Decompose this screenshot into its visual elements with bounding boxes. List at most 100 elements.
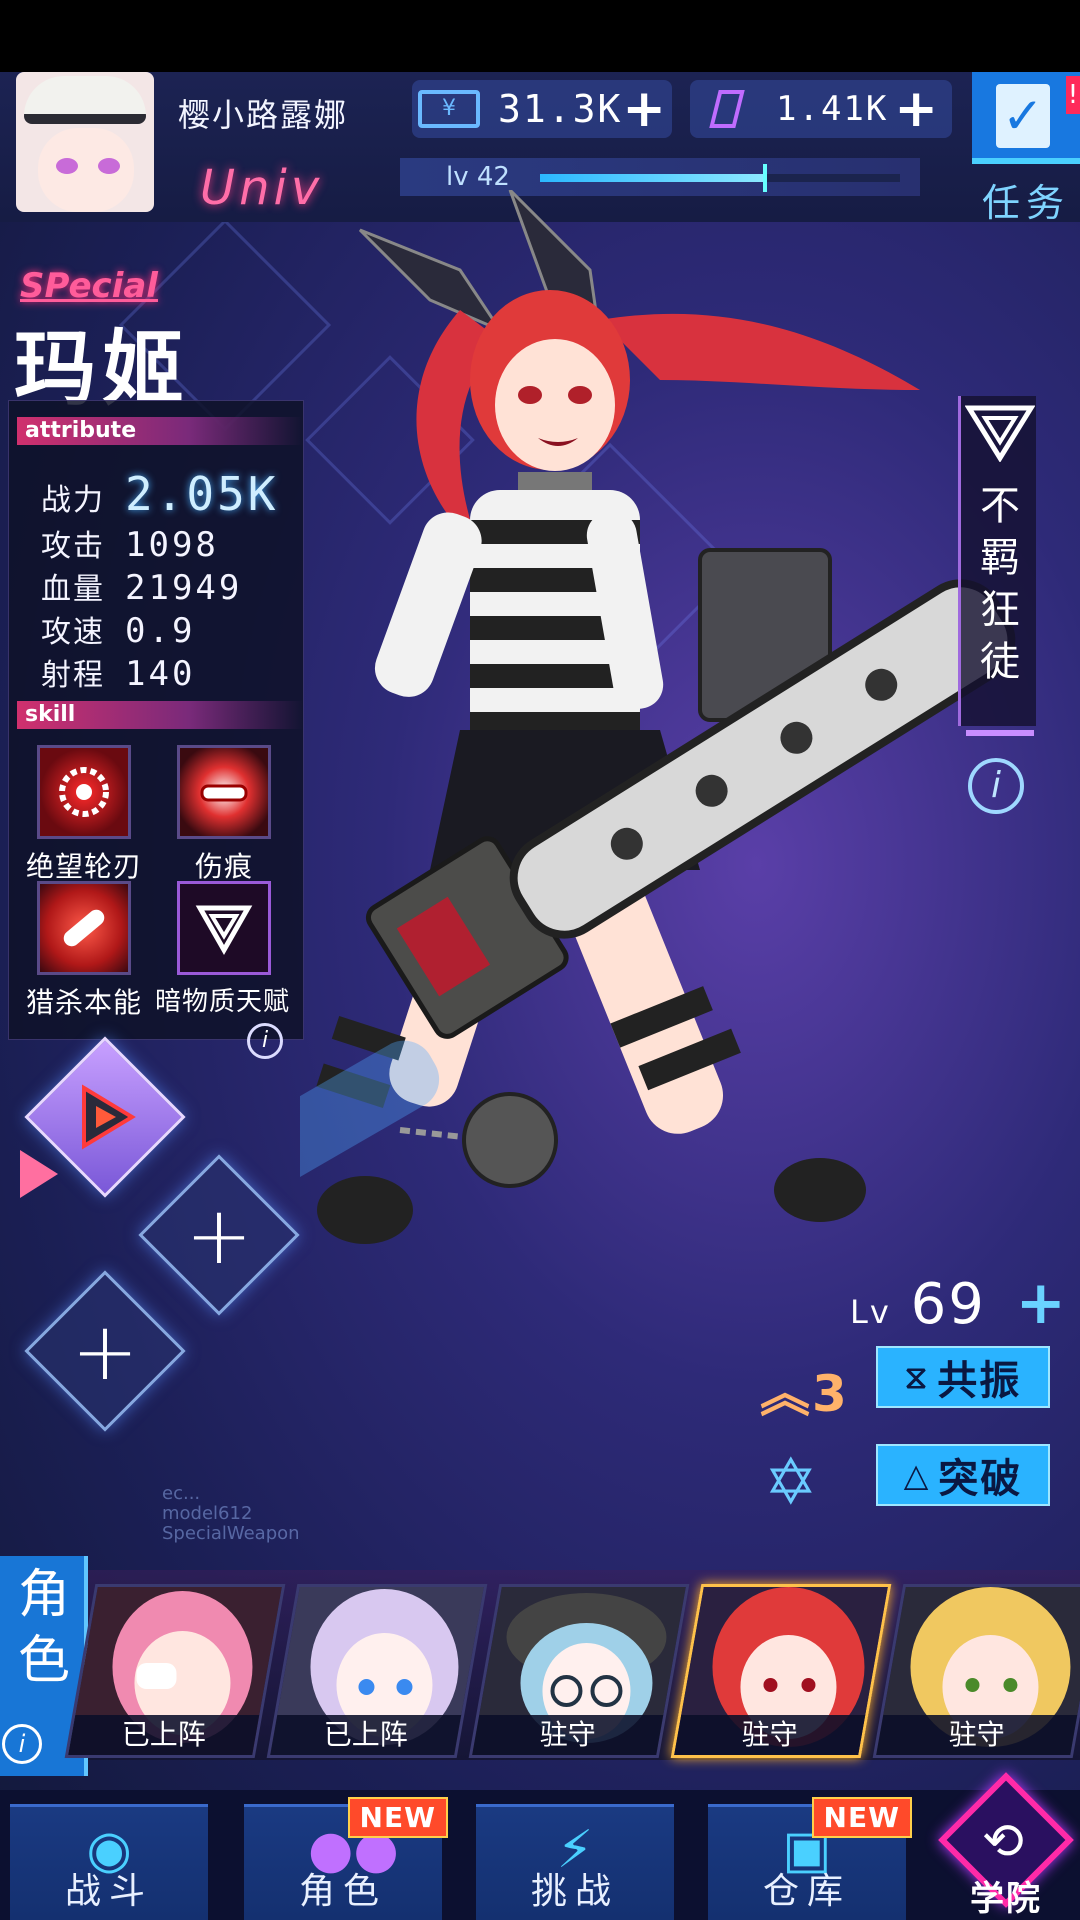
- bunny-ear-left: [358, 228, 505, 334]
- skill-item[interactable]: 暗物质天赋: [155, 881, 289, 1018]
- saw-blade-icon: [37, 745, 131, 839]
- checkmark-icon: ✓: [996, 84, 1050, 148]
- range-value: 140: [125, 654, 196, 694]
- chainsaw-icon: [37, 881, 131, 975]
- character-level-value: 69: [910, 1272, 986, 1337]
- skill-name: 猎杀本能: [25, 986, 142, 1019]
- nav-challenge[interactable]: ⚡ 挑战: [476, 1804, 674, 1920]
- add-equipment-slot-2[interactable]: +: [24, 1270, 186, 1432]
- pointer-arrow-icon: [20, 1150, 58, 1198]
- crystal-resource: 1.41K +: [690, 80, 952, 138]
- avatar-face: [38, 128, 134, 212]
- money-icon: ¥: [418, 89, 480, 129]
- new-badge: NEW: [347, 1797, 448, 1838]
- awaken-indicator: ︽3: [760, 1354, 849, 1426]
- exp-track: [540, 164, 900, 192]
- player-name: 樱小路露娜: [178, 96, 349, 134]
- game-screen: 樱小路露娜 Univ ¥ 31.3K + 1.41K + lv 42 ✓ ! 任…: [0, 0, 1080, 1920]
- status-bar: [0, 0, 1080, 72]
- chevron-up-icon: ︽: [760, 1365, 812, 1423]
- eye-left: [518, 386, 542, 404]
- weapon-watermark: ec... model612 SpecialWeapon: [162, 1483, 300, 1544]
- nav-battle[interactable]: ◉ 战斗: [10, 1804, 208, 1920]
- card-status: 驻守: [674, 1715, 866, 1755]
- faction-name: 不羁狂徒: [980, 483, 1020, 685]
- resonate-button[interactable]: ⧖ 共振: [876, 1346, 1050, 1408]
- card-status: 驻守: [472, 1715, 664, 1755]
- skill-header: skill: [17, 701, 303, 729]
- attack-stat: 攻击 1098: [41, 525, 219, 565]
- attribute-info-icon[interactable]: i: [247, 1023, 283, 1059]
- exp-fill: [540, 174, 764, 182]
- add-equipment-slot-1[interactable]: +: [138, 1154, 300, 1316]
- gold-resource: ¥ 31.3K +: [412, 80, 672, 138]
- triangle-up-icon: △: [903, 1456, 931, 1494]
- attack-speed-value: 0.9: [125, 611, 196, 651]
- power-value: 2.05K: [125, 467, 279, 521]
- rarity-label: SPecial: [20, 266, 158, 306]
- roster-info-icon[interactable]: i: [2, 1724, 42, 1764]
- avatar-eye: [98, 158, 120, 174]
- dark-triangle-icon: [177, 881, 271, 975]
- ball: [462, 1092, 558, 1188]
- task-alert-badge: !: [1066, 76, 1080, 114]
- card-status: 已上阵: [270, 1715, 462, 1755]
- faction-triangle-icon: [964, 402, 1036, 463]
- skill-item[interactable]: 伤痕: [159, 745, 289, 885]
- attack-speed-stat: 攻速 0.9: [41, 611, 196, 651]
- exp-marker: [763, 164, 768, 192]
- add-gold-button[interactable]: +: [622, 83, 666, 135]
- nav-character[interactable]: ●● NEW 角色: [244, 1797, 448, 1920]
- eye-right: [568, 386, 592, 404]
- level-up-button[interactable]: +: [1016, 1268, 1068, 1338]
- breakthrough-button[interactable]: △ 突破: [876, 1444, 1050, 1506]
- gold-amount: 31.3K: [498, 87, 623, 131]
- roster-card-selected[interactable]: 驻守: [670, 1584, 892, 1758]
- player-avatar[interactable]: [16, 72, 154, 212]
- skill-name: 暗物质天赋: [155, 987, 291, 1017]
- avatar-hat: [24, 76, 146, 124]
- range-stat: 射程 140: [41, 654, 196, 694]
- crystal-icon: [696, 89, 758, 129]
- roster-card[interactable]: 已上阵: [266, 1584, 488, 1758]
- attribute-header: attribute: [17, 417, 303, 445]
- skill-item[interactable]: 绝望轮刃: [19, 745, 149, 885]
- boot-right: [774, 1158, 866, 1222]
- card-status: 已上阵: [68, 1715, 260, 1755]
- crystal-amount: 1.41K: [776, 89, 889, 129]
- roster-card[interactable]: 驻守: [872, 1584, 1080, 1758]
- boot-left: [317, 1176, 413, 1244]
- hourglass-icon: ⧖: [904, 1357, 930, 1396]
- avatar-eye: [56, 158, 78, 174]
- faction-divider: [966, 730, 1034, 736]
- plus-icon: +: [185, 1188, 253, 1282]
- roster-card[interactable]: 已上阵: [64, 1584, 286, 1758]
- collar: [518, 472, 592, 492]
- character-level: Lv 69 +: [850, 1268, 1068, 1338]
- hexagram-icon: ✡: [764, 1446, 818, 1520]
- skill-name: 伤痕: [194, 850, 253, 883]
- hair-tail-right: [600, 313, 920, 390]
- nav-warehouse[interactable]: ▣ NEW 仓库: [708, 1797, 912, 1920]
- chainsaw-burst-icon: [177, 745, 271, 839]
- faction-panel: 不羁狂徒: [958, 396, 1036, 726]
- awaken-count: 3: [812, 1365, 849, 1423]
- new-badge: NEW: [811, 1797, 912, 1838]
- character-info-icon[interactable]: i: [968, 758, 1024, 814]
- hp-stat: 血量 21949: [41, 568, 243, 608]
- face: [495, 339, 615, 471]
- play-icon: [51, 1063, 159, 1171]
- attribute-panel: attribute 战力 2.05K 攻击 1098 血量 21949 攻速 0.9 射…: [8, 400, 304, 1059]
- refresh-icon: ⟲: [982, 1812, 1024, 1870]
- power-stat: 战力 2.05K: [41, 467, 279, 521]
- player-level: lv 42: [446, 162, 510, 192]
- nav-academy[interactable]: ⟲ 学院: [938, 1772, 1074, 1920]
- plus-icon: +: [71, 1304, 139, 1398]
- hp-value: 21949: [125, 568, 243, 608]
- add-crystal-button[interactable]: +: [894, 83, 938, 135]
- roster-card[interactable]: 驻守: [468, 1584, 690, 1758]
- card-status: 驻守: [876, 1715, 1078, 1755]
- roster-tab-label: 角色: [17, 1565, 70, 1691]
- skill-item[interactable]: 猎杀本能: [19, 881, 149, 1021]
- attack-value: 1098: [125, 525, 219, 565]
